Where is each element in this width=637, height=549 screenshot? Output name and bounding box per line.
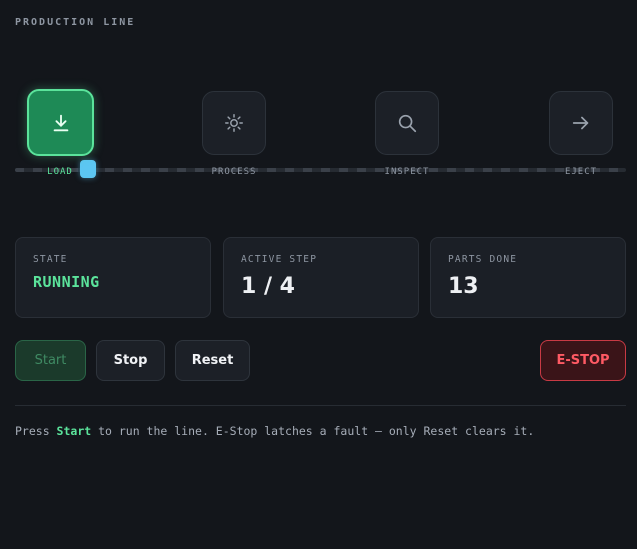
progress-handle[interactable]: [80, 160, 96, 178]
station-eject[interactable]: [549, 91, 613, 155]
state-card: STATE RUNNING: [15, 237, 211, 318]
active-step-value: 1 / 4: [241, 274, 295, 299]
arrow-right-icon: [572, 116, 589, 130]
divider: [15, 405, 626, 406]
station-label-inspect: INSPECT: [384, 167, 430, 177]
sun-gear-icon: [225, 114, 243, 132]
line-track: [15, 160, 626, 178]
state-value: RUNNING: [33, 273, 100, 291]
station-label-load: LOAD: [47, 167, 73, 177]
help-text: Press Start to run the line. E-Stop latc…: [15, 424, 534, 438]
parts-done-card: PARTS DONE 13: [430, 237, 626, 318]
station-label-process: PROCESS: [211, 167, 257, 177]
reset-button[interactable]: Reset: [175, 340, 250, 381]
active-step-label: ACTIVE STEP: [241, 254, 318, 265]
parts-done-label: PARTS DONE: [448, 254, 518, 265]
stop-button[interactable]: Stop: [96, 340, 165, 381]
station-inspect[interactable]: [375, 91, 439, 155]
page-title: PRODUCTION LINE: [15, 17, 136, 28]
station-load[interactable]: [27, 89, 94, 156]
help-suffix: to run the line. E-Stop latches a fault …: [91, 424, 535, 438]
station-process[interactable]: [202, 91, 266, 155]
estop-button[interactable]: E-STOP: [540, 340, 626, 381]
parts-done-value: 13: [448, 274, 479, 299]
station-label-eject: EJECT: [564, 167, 598, 177]
active-step-card: ACTIVE STEP 1 / 4: [223, 237, 419, 318]
start-button[interactable]: Start: [15, 340, 86, 381]
help-prefix: Press: [15, 424, 57, 438]
state-label: STATE: [33, 254, 68, 265]
help-start-emphasis: Start: [56, 424, 92, 438]
search-icon: [398, 114, 417, 133]
download-icon: [53, 114, 68, 131]
